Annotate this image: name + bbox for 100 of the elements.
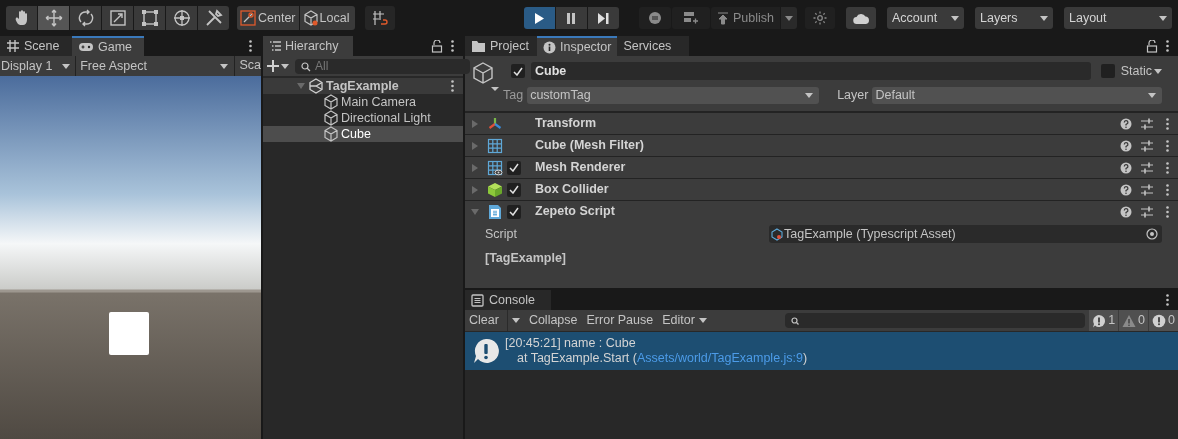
search-field[interactable]: All: [295, 58, 470, 74]
more-icon: [248, 40, 252, 52]
tab[interactable]: Console: [465, 290, 551, 310]
upload-icon: [717, 11, 729, 25]
tag-dropdown[interactable]: customTag: [527, 86, 820, 104]
tab[interactable]: Hierarchy: [263, 36, 353, 56]
box-icon: [487, 181, 503, 198]
pause-button[interactable]: [556, 7, 587, 29]
pause-icon: [565, 11, 578, 25]
log-message: [20:45:21] name : Cube: [505, 336, 637, 351]
tool-button[interactable]: [166, 6, 197, 30]
tool-button[interactable]: [102, 6, 133, 30]
log-entry[interactable]: [20:45:21] name : Cube at TagExample.Start (Assets/world/TagExample.js:9): [465, 332, 1178, 370]
sliders-icon: [1141, 139, 1153, 152]
script-asset-icon: [771, 227, 783, 241]
search-field[interactable]: [784, 313, 1085, 328]
expanded-arrow-icon: [471, 207, 479, 216]
tool-button[interactable]: [6, 6, 37, 30]
tree-item[interactable]: Main Camera: [263, 94, 463, 110]
script-field[interactable]: TagExample (Typescript Asset): [769, 225, 1162, 243]
tool-button[interactable]: [134, 6, 165, 30]
filter-toggle[interactable]: 1: [1089, 310, 1119, 331]
component-header[interactable]: Box Collider: [465, 178, 1178, 200]
check-icon: [509, 163, 519, 172]
component-header[interactable]: Cube (Mesh Filter): [465, 134, 1178, 156]
sliders-icon: [1141, 161, 1153, 174]
expanded-arrow-icon: [297, 82, 305, 90]
sync-button[interactable]: [639, 7, 671, 29]
layers-dropdown[interactable]: Layers: [975, 7, 1053, 29]
active-checkbox[interactable]: [511, 64, 525, 78]
folder-icon: [471, 39, 486, 53]
sliders-icon: [1141, 183, 1153, 196]
grid-snap-icon: [372, 10, 389, 26]
cloud-button[interactable]: [846, 7, 876, 29]
publish-button[interactable]: Publish: [711, 7, 780, 29]
scale-icon: [108, 9, 127, 27]
layer-dropdown[interactable]: Default: [872, 86, 1162, 104]
component-header[interactable]: Mesh Renderer: [465, 156, 1178, 178]
tool-button[interactable]: [38, 6, 69, 30]
log-icon: [473, 338, 499, 364]
help-icon: [1120, 139, 1132, 152]
tool-button[interactable]: [198, 6, 229, 30]
transform-axes-icon: [487, 115, 503, 132]
cube-icon: [323, 110, 339, 126]
grid-snap-button[interactable]: [365, 6, 395, 30]
lock-icon: [431, 39, 443, 53]
target-icon: [1146, 228, 1158, 240]
mesh-grid-icon: [487, 137, 503, 154]
tab[interactable]: Game: [72, 36, 144, 56]
mesh-eye-icon: [487, 159, 503, 176]
account-dropdown[interactable]: Account: [887, 7, 964, 29]
more-icon: [1165, 205, 1169, 218]
caret-icon: [785, 15, 793, 21]
name-field[interactable]: Cube: [531, 62, 1091, 80]
caret-icon: [220, 63, 229, 69]
info-icon: [543, 40, 556, 54]
tab[interactable]: Project: [465, 36, 537, 56]
more-icon: [1165, 183, 1169, 196]
sliders-icon: [1141, 205, 1153, 218]
step-icon: [597, 11, 610, 25]
tree-item[interactable]: Cube: [263, 126, 463, 142]
lock-button[interactable]: [431, 38, 443, 54]
sync-icon: [648, 11, 662, 25]
filter-toggle[interactable]: 0: [1149, 310, 1178, 331]
component-header[interactable]: Zepeto Script: [465, 200, 1178, 222]
cube-icon: [323, 94, 339, 110]
grid-icon: [6, 39, 20, 53]
add-button[interactable]: [267, 60, 289, 72]
static-checkbox[interactable]: [1100, 64, 1115, 78]
layout-dropdown[interactable]: Layout: [1064, 7, 1172, 29]
play-button[interactable]: [524, 7, 555, 29]
tab[interactable]: Services: [617, 36, 690, 56]
settings-icon: [813, 11, 827, 25]
log-icon: [1092, 313, 1107, 328]
step-button[interactable]: [588, 7, 619, 29]
static-dropdown[interactable]: Static: [1120, 61, 1162, 81]
filter-toggle[interactable]: 0: [1119, 310, 1149, 331]
publish-menu-button[interactable]: [781, 7, 797, 29]
tree-item[interactable]: Directional Light: [263, 110, 463, 126]
build-icon: [683, 11, 699, 25]
warning-icon: [1122, 313, 1137, 328]
gamepad-icon: [78, 41, 94, 53]
pivot-icon: [240, 10, 256, 26]
tree-item[interactable]: TagExample: [263, 78, 463, 94]
unity-icon: [309, 78, 323, 94]
tab[interactable]: Inspector: [537, 36, 618, 56]
tool-button[interactable]: [70, 6, 101, 30]
layer-label: Layer: [837, 86, 869, 104]
more-icon: [1165, 117, 1169, 130]
space-button[interactable]: Local: [299, 6, 356, 30]
settings-button[interactable]: [805, 7, 835, 29]
tab[interactable]: Scene: [0, 36, 72, 56]
build-button[interactable]: [672, 7, 710, 29]
cloud-icon: [852, 11, 870, 25]
caret-icon: [511, 318, 520, 323]
sliders-icon: [1141, 117, 1153, 130]
move-icon: [44, 9, 63, 27]
pivot-button[interactable]: Center: [237, 6, 299, 30]
lock-button[interactable]: [1146, 38, 1158, 54]
help-icon: [1120, 183, 1132, 196]
